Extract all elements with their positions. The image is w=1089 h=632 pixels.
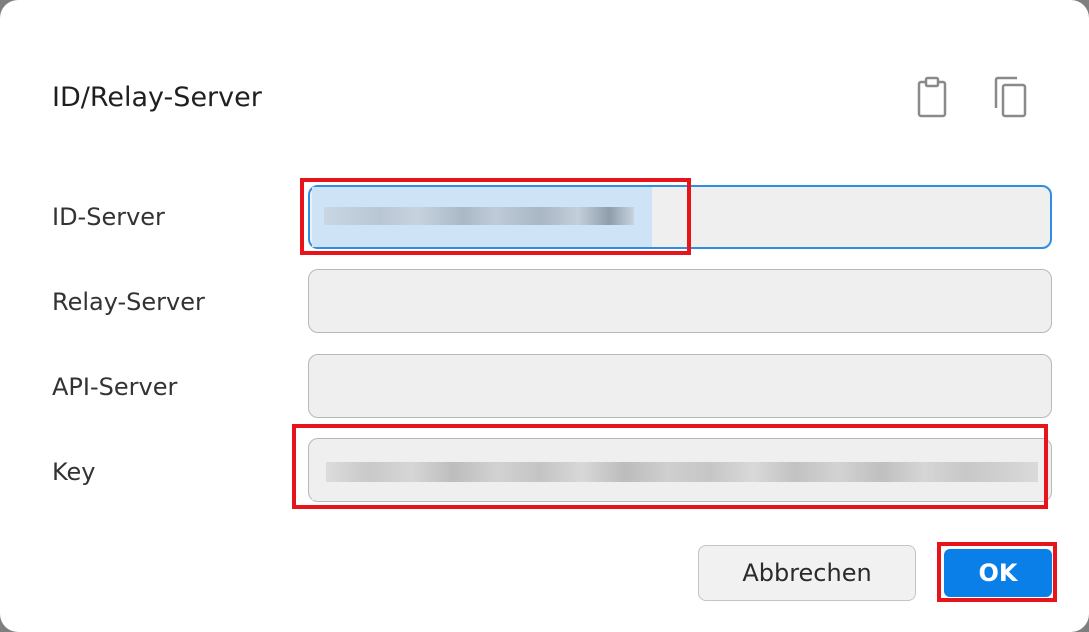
clipboard-icon[interactable] xyxy=(912,72,952,122)
key-label: Key xyxy=(52,458,96,486)
copy-icon[interactable] xyxy=(990,72,1030,122)
relay-server-input[interactable] xyxy=(308,269,1052,333)
id-server-redacted-text xyxy=(312,187,652,247)
key-redacted-text xyxy=(312,442,1048,500)
ok-button[interactable]: OK xyxy=(944,549,1052,597)
cancel-button[interactable]: Abbrechen xyxy=(698,545,916,601)
server-settings-dialog: ID/Relay-Server ID-Server Relay-Server A… xyxy=(0,0,1089,632)
dialog-title: ID/Relay-Server xyxy=(52,82,262,113)
api-server-label: API-Server xyxy=(52,373,178,401)
relay-server-label: Relay-Server xyxy=(52,288,205,316)
api-server-input[interactable] xyxy=(308,354,1052,418)
id-server-label: ID-Server xyxy=(52,203,165,231)
